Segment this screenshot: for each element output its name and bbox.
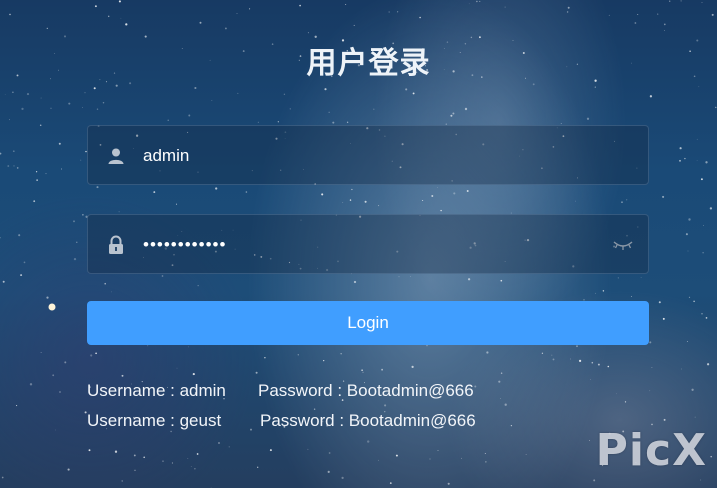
- eye-closed-icon[interactable]: [612, 237, 634, 253]
- username-input[interactable]: [143, 142, 613, 170]
- hint-password: Password : Bootadmin@666: [260, 411, 476, 430]
- credential-hint-guest: Username : geust Password : Bootadmin@66…: [87, 411, 476, 431]
- page-title: 用户登录: [306, 46, 431, 81]
- username-field[interactable]: [87, 125, 649, 185]
- user-icon: [106, 146, 126, 166]
- password-input[interactable]: [143, 231, 613, 259]
- hint-username: Username : geust: [87, 411, 222, 430]
- watermark-logo: PicX: [595, 425, 707, 476]
- credential-hint-admin: Username : admin Password : Bootadmin@66…: [87, 381, 474, 401]
- lock-icon: [106, 235, 126, 255]
- hint-password: Password : Bootadmin@666: [258, 381, 474, 400]
- hint-username: Username : admin: [87, 381, 226, 400]
- login-button[interactable]: Login: [87, 301, 649, 345]
- password-field[interactable]: [87, 214, 649, 274]
